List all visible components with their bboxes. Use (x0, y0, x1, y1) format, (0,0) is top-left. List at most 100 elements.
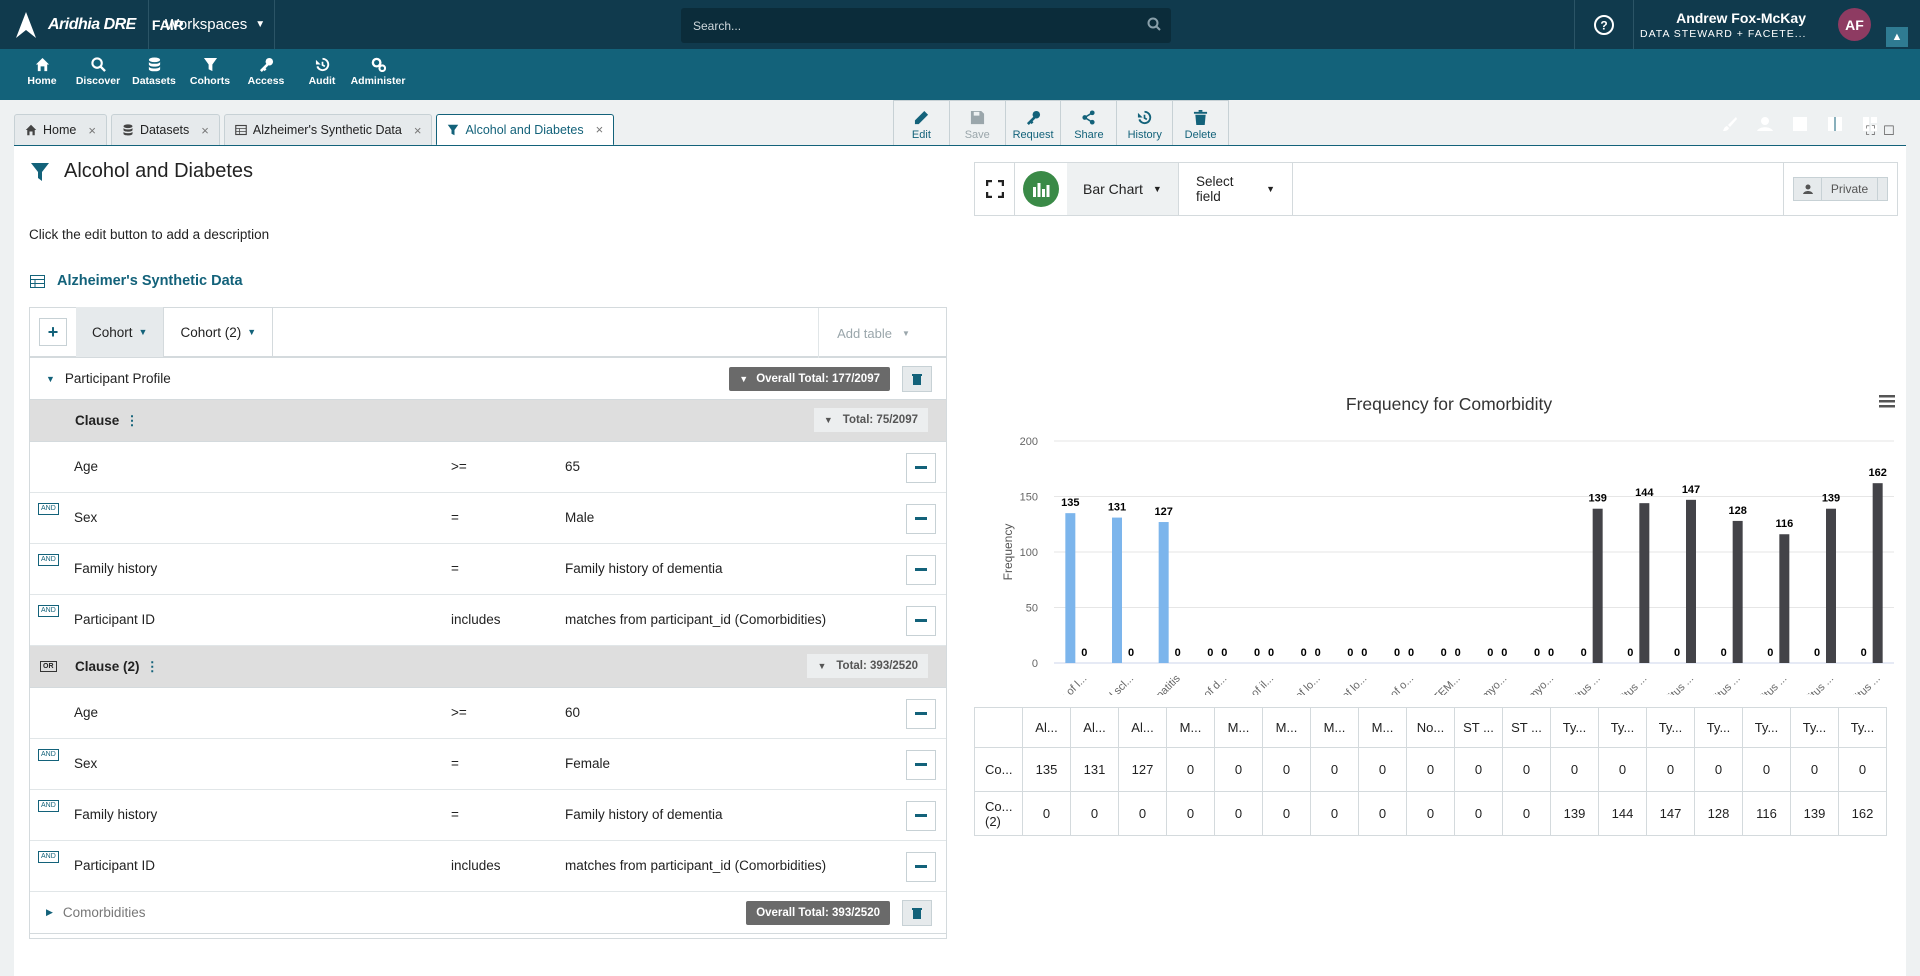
criteria-field[interactable]: Age (74, 459, 98, 474)
theme-button[interactable] (1712, 98, 1747, 149)
table-header[interactable]: No... (1406, 707, 1455, 748)
remove-criteria-button[interactable] (906, 699, 936, 729)
criteria-value[interactable]: Family history of dementia (565, 807, 723, 822)
private-button[interactable]: Private (1792, 177, 1889, 201)
criteria-operator[interactable]: = (451, 756, 459, 771)
chart-toggle-button[interactable] (1015, 171, 1067, 207)
nav-discover[interactable]: Discover (70, 49, 126, 100)
bar[interactable] (1639, 503, 1650, 663)
edit-button[interactable]: Edit (894, 101, 950, 149)
kebab-icon[interactable]: ⋮ (125, 413, 139, 429)
profile-button[interactable] (1747, 98, 1782, 149)
layout-single-button[interactable] (1782, 98, 1817, 149)
nav-access[interactable]: Access (238, 49, 294, 100)
search-input[interactable]: Search... (681, 8, 1171, 43)
help-button[interactable]: ? (1574, 0, 1634, 49)
tab-0[interactable]: Home × (14, 114, 107, 146)
avatar[interactable]: AF (1838, 8, 1871, 41)
remove-criteria-button[interactable] (906, 504, 936, 534)
criteria-value[interactable]: 65 (565, 459, 580, 474)
table-header[interactable]: Al... (1070, 707, 1119, 748)
nav-audit[interactable]: Audit (294, 49, 350, 100)
criteria-field[interactable]: Participant ID (74, 858, 155, 873)
criteria-value[interactable]: matches from participant_id (Comorbiditi… (565, 612, 826, 627)
section-participant-profile[interactable]: ▼ Participant Profile ▼ Overall Total: 17… (30, 358, 946, 400)
table-header[interactable]: Al... (1118, 707, 1167, 748)
section-comorbidities[interactable]: ▶ Comorbidities Overall Total: 393/2520 (30, 892, 946, 934)
history-button[interactable]: History (1117, 101, 1174, 149)
bar[interactable] (1826, 508, 1836, 663)
nav-administer[interactable]: Administer (350, 49, 406, 100)
bar[interactable] (1112, 517, 1122, 663)
criteria-operator[interactable]: includes (451, 858, 501, 873)
bar[interactable] (1779, 534, 1790, 663)
table-header[interactable]: ST ... (1502, 707, 1551, 748)
cohort-tab[interactable]: Cohort ▼ (76, 307, 165, 357)
collapse-header-button[interactable]: ▲ (1886, 27, 1908, 47)
close-icon[interactable]: × (201, 123, 209, 138)
overall-total-badge[interactable]: Overall Total: 393/2520 (746, 901, 890, 925)
criteria-operator[interactable]: includes (451, 612, 501, 627)
save-button[interactable]: Save (950, 101, 1006, 149)
table-header[interactable]: Ty... (1838, 707, 1887, 748)
table-header[interactable]: Ty... (1742, 707, 1791, 748)
chart-type-select[interactable]: Bar Chart ▼ (1067, 163, 1179, 215)
nav-datasets[interactable]: Datasets (126, 49, 182, 100)
remove-criteria-button[interactable] (906, 852, 936, 882)
criteria-value[interactable]: 60 (565, 705, 580, 720)
clause-2-total[interactable]: ▼ Total: 393/2520 (807, 654, 928, 678)
bar[interactable] (1065, 513, 1076, 663)
nav-cohorts[interactable]: Cohorts (182, 49, 238, 100)
table-header[interactable]: Ty... (1550, 707, 1599, 748)
dataset-link[interactable]: Alzheimer's Synthetic Data (30, 273, 243, 289)
table-header[interactable]: Ty... (1598, 707, 1647, 748)
nav-home[interactable]: Home (14, 49, 70, 100)
tab-1[interactable]: Datasets × (110, 114, 220, 146)
close-icon[interactable]: × (88, 123, 96, 138)
criteria-field[interactable]: Family history (74, 807, 157, 822)
table-header[interactable]: M... (1310, 707, 1359, 748)
table-header[interactable]: Ty... (1790, 707, 1839, 748)
maximize-icon[interactable]: ☐ (1883, 123, 1895, 139)
remove-criteria-button[interactable] (906, 606, 936, 636)
table-header[interactable]: ST ... (1454, 707, 1503, 748)
clause-total[interactable]: ▼ Total: 75/2097 (813, 408, 928, 432)
close-icon[interactable]: × (414, 123, 422, 138)
table-header[interactable]: M... (1166, 707, 1215, 748)
remove-criteria-button[interactable] (906, 801, 936, 831)
table-header[interactable]: Ty... (1646, 707, 1695, 748)
delete-section-button[interactable] (902, 366, 932, 392)
table-header[interactable]: M... (1358, 707, 1407, 748)
fullscreen-button[interactable] (975, 163, 1015, 215)
criteria-field[interactable]: Participant ID (74, 612, 155, 627)
table-header[interactable]: M... (1214, 707, 1263, 748)
request-button[interactable]: Request (1006, 101, 1062, 149)
criteria-value[interactable]: Family history of dementia (565, 561, 723, 576)
remove-criteria-button[interactable] (906, 750, 936, 780)
close-icon[interactable]: × (596, 122, 604, 137)
criteria-operator[interactable]: = (451, 807, 459, 822)
chart-menu-icon[interactable] (1879, 395, 1895, 408)
criteria-value[interactable]: matches from participant_id (Comorbiditi… (565, 858, 826, 873)
criteria-field[interactable]: Sex (74, 510, 97, 525)
bar[interactable] (1732, 520, 1743, 663)
table-header[interactable]: Ty... (1694, 707, 1743, 748)
bar[interactable] (1686, 499, 1696, 663)
criteria-operator[interactable]: >= (451, 705, 467, 720)
add-table-button[interactable]: Add table ▼ (818, 308, 928, 358)
user-menu[interactable]: Andrew Fox-McKay DATA STEWARD + FACETE..… (1640, 10, 1806, 40)
table-header[interactable]: M... (1262, 707, 1311, 748)
layout-split-button[interactable] (1817, 98, 1852, 149)
kebab-icon[interactable]: ⋮ (146, 659, 160, 675)
remove-criteria-button[interactable] (906, 555, 936, 585)
criteria-field[interactable]: Family history (74, 561, 157, 576)
tab-3[interactable]: Alcohol and Diabetes × (436, 114, 615, 146)
share-button[interactable]: Share (1061, 101, 1118, 149)
delete-section-button[interactable] (902, 900, 932, 926)
add-cohort-button[interactable]: + (39, 318, 67, 346)
field-select[interactable]: Select field ▼ (1179, 163, 1293, 215)
criteria-operator[interactable]: = (451, 561, 459, 576)
bar[interactable] (1872, 483, 1883, 663)
bar[interactable] (1158, 522, 1169, 663)
table-header[interactable]: Al... (1022, 707, 1071, 748)
